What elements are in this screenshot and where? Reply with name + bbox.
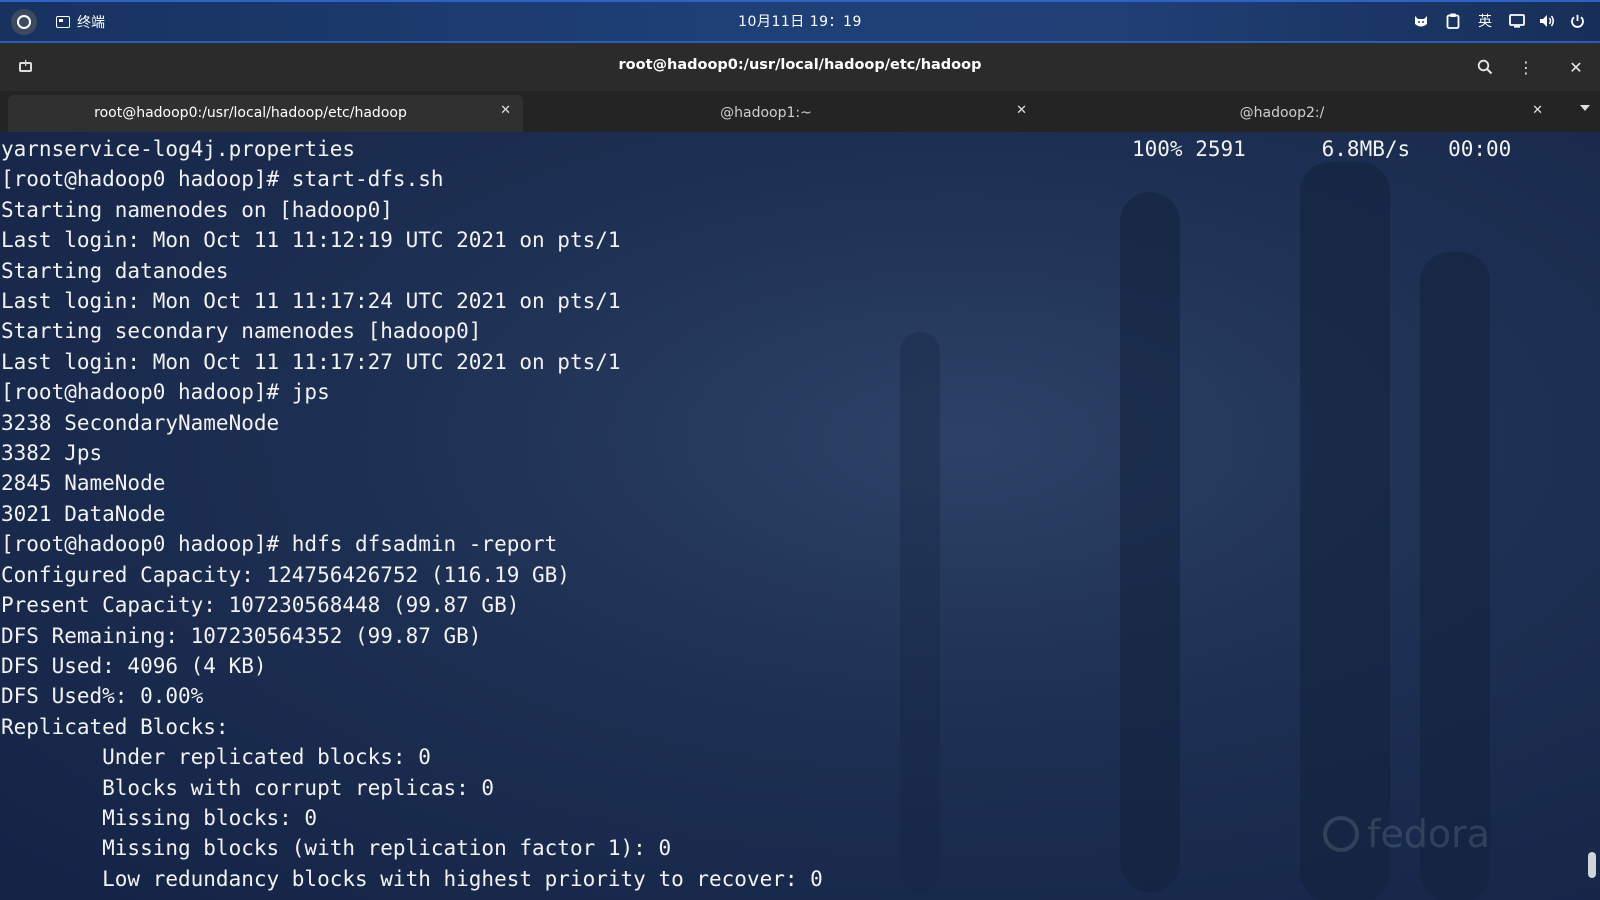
input-method-indicator[interactable]: 英 bbox=[1476, 10, 1494, 32]
clock[interactable]: 10月11日 19：19 bbox=[700, 11, 900, 31]
new-tab-icon bbox=[18, 58, 32, 72]
tab-list-dropdown-icon[interactable] bbox=[1580, 105, 1590, 111]
terminal-line: Present Capacity: 107230568448 (99.87 GB… bbox=[1, 593, 520, 618]
status-menu[interactable] bbox=[1508, 10, 1586, 32]
background-tree bbox=[900, 332, 940, 892]
tab-hadoop2[interactable]: @hadoop2:/ ✕ bbox=[1039, 95, 1555, 132]
terminal-line: Missing blocks: 0 bbox=[1, 805, 318, 830]
terminal-line: Blocks with corrupt replicas: 0 bbox=[1, 775, 495, 800]
close-icon: ✕ bbox=[1569, 57, 1583, 77]
cat-icon[interactable] bbox=[1412, 10, 1430, 32]
terminal-line: 2845 NameNode bbox=[1, 471, 166, 496]
search-icon bbox=[1477, 59, 1493, 75]
new-tab-button[interactable] bbox=[14, 56, 36, 78]
tab-close-icon[interactable]: ✕ bbox=[500, 103, 511, 118]
system-tray: 英 bbox=[1412, 10, 1586, 32]
tab-close-icon[interactable]: ✕ bbox=[1532, 103, 1543, 118]
terminal-line: [root@hadoop0 hadoop]# hdfs dfsadmin -re… bbox=[1, 532, 558, 557]
terminal-line: Missing blocks (with replication factor … bbox=[1, 836, 672, 861]
clipboard-icon[interactable] bbox=[1444, 10, 1462, 32]
terminal-line: 3382 Jps bbox=[1, 441, 103, 466]
background-tree bbox=[1420, 252, 1490, 900]
terminal-line: 3021 DataNode bbox=[1, 501, 166, 526]
terminal-line: Last login: Mon Oct 11 11:12:19 UTC 2021… bbox=[1, 228, 621, 253]
terminal-line: Under replicated blocks: 0 bbox=[1, 745, 431, 770]
background-tree bbox=[1300, 162, 1390, 900]
scrollbar-thumb[interactable] bbox=[1588, 852, 1596, 878]
volume-icon bbox=[1538, 10, 1556, 32]
terminal-line: Starting datanodes bbox=[1, 258, 229, 283]
power-icon bbox=[1568, 10, 1586, 32]
watermark-text: fedora bbox=[1366, 812, 1490, 856]
menu-button[interactable]: ⋮ bbox=[1514, 55, 1538, 79]
top-panel: 终端 10月11日 19：19 英 bbox=[0, 0, 1600, 43]
terminal-line: [root@hadoop0 hadoop]# start-dfs.sh bbox=[1, 167, 444, 192]
terminal-output: yarnservice-log4j.properties [root@hadoop… bbox=[1, 134, 823, 894]
terminal-line: Configured Capacity: 124756426752 (116.1… bbox=[1, 562, 570, 587]
background-tree bbox=[1120, 192, 1180, 892]
terminal-line: 3238 SecondaryNameNode bbox=[1, 410, 280, 435]
window-header: root@hadoop0:/usr/local/hadoop/etc/hadoo… bbox=[0, 43, 1600, 91]
tab-bar: root@hadoop0:/usr/local/hadoop/etc/hadoo… bbox=[0, 91, 1600, 132]
close-window-button[interactable]: ✕ bbox=[1564, 55, 1588, 79]
tab-close-icon[interactable]: ✕ bbox=[1016, 103, 1027, 118]
terminal-scrollbar[interactable] bbox=[1588, 132, 1596, 900]
terminal-line: Last login: Mon Oct 11 11:17:24 UTC 2021… bbox=[1, 289, 621, 314]
display-icon bbox=[1508, 10, 1526, 32]
tab-label: @hadoop1:~ bbox=[720, 105, 812, 121]
tab-label: @hadoop2:/ bbox=[1239, 105, 1325, 121]
terminal-app-icon bbox=[56, 16, 70, 28]
terminal-view[interactable]: yarnservice-log4j.properties [root@hadoop… bbox=[0, 132, 1600, 900]
app-name: 终端 bbox=[77, 15, 105, 31]
terminal-line: Low redundancy blocks with highest prior… bbox=[1, 866, 823, 891]
transfer-progress: 100% 2591 6.8MB/s 00:00 bbox=[1132, 137, 1512, 161]
terminal-line: DFS Used%: 0.00% bbox=[1, 684, 204, 709]
app-menu[interactable]: 终端 bbox=[56, 11, 105, 33]
terminal-line: Last login: Mon Oct 11 11:17:27 UTC 2021… bbox=[1, 349, 621, 374]
terminal-line: DFS Remaining: 107230564352 (99.87 GB) bbox=[1, 623, 482, 648]
tab-label: root@hadoop0:/usr/local/hadoop/etc/hadoo… bbox=[94, 105, 407, 121]
terminal-line: DFS Used: 4096 (4 KB) bbox=[1, 653, 267, 678]
terminal-line: Starting secondary namenodes [hadoop0] bbox=[1, 319, 482, 344]
fedora-logo-icon bbox=[1322, 816, 1359, 852]
activities-icon[interactable] bbox=[11, 9, 37, 35]
terminal-line: Starting namenodes on [hadoop0] bbox=[1, 197, 393, 222]
terminal-line: [root@hadoop0 hadoop]# jps bbox=[1, 380, 330, 405]
search-button[interactable] bbox=[1473, 55, 1497, 79]
tab-hadoop1[interactable]: @hadoop1:~ ✕ bbox=[523, 95, 1039, 132]
terminal-line: yarnservice-log4j.properties bbox=[1, 137, 356, 161]
terminal-line: Replicated Blocks: bbox=[1, 714, 229, 739]
tab-hadoop0[interactable]: root@hadoop0:/usr/local/hadoop/etc/hadoo… bbox=[8, 95, 523, 132]
fedora-watermark: fedora bbox=[1322, 812, 1490, 856]
kebab-menu-icon: ⋮ bbox=[1518, 57, 1534, 77]
window-title: root@hadoop0:/usr/local/hadoop/etc/hadoo… bbox=[618, 57, 982, 73]
